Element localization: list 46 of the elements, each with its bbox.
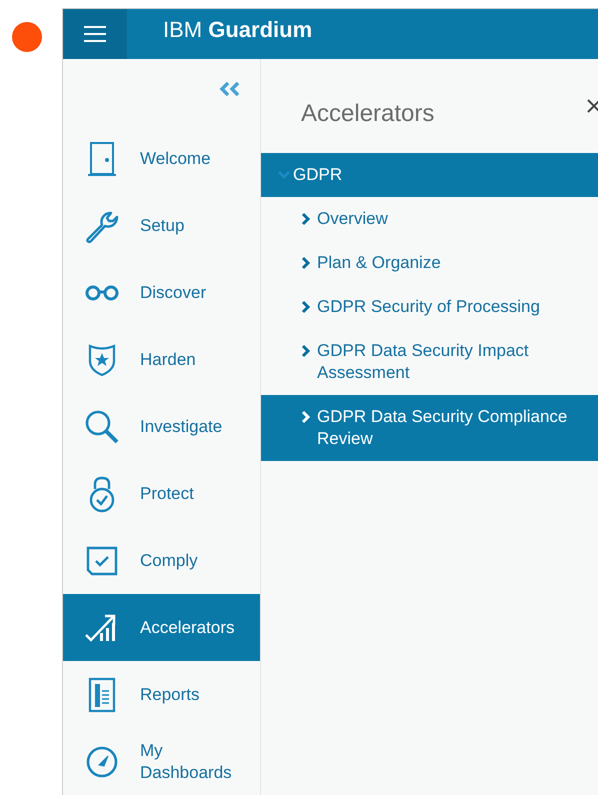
tree-item[interactable]: GDPR Data Security Impact Assessment	[261, 329, 598, 395]
tree-item[interactable]: GDPR Security of Processing	[261, 285, 598, 329]
sidebar-item[interactable]: Welcome	[63, 125, 260, 192]
sidebar-item[interactable]: Discover	[63, 259, 260, 326]
menu-icon	[83, 25, 107, 43]
close-icon	[586, 98, 598, 114]
door-icon	[86, 140, 118, 176]
sidebar-label: Comply	[140, 550, 199, 572]
glasses-icon	[84, 284, 120, 302]
sidebar-item[interactable]: Comply	[63, 527, 260, 594]
sidebar-label: Accelerators	[140, 616, 236, 638]
panel-title: Accelerators	[301, 99, 434, 129]
sidebar-label: Welcome	[140, 148, 212, 170]
menu-button[interactable]	[63, 9, 127, 59]
app-title: IBM Guardium	[163, 16, 312, 44]
sidebar-label: Investigate	[140, 416, 224, 438]
sidebar-item[interactable]: Harden	[63, 326, 260, 393]
chevron-right-icon	[301, 300, 311, 314]
chevron-right-icon	[301, 344, 311, 358]
tree-item[interactable]: Overview	[261, 197, 598, 241]
sidebar-item[interactable]: Investigate	[63, 393, 260, 460]
sidebar-label: Protect	[140, 482, 195, 504]
search-icon	[84, 408, 120, 444]
chevron-right-icon	[301, 410, 311, 424]
sidebar-item[interactable]: Protect	[63, 460, 260, 527]
sidebar-label: Reports	[140, 684, 201, 706]
close-button[interactable]	[586, 98, 598, 114]
sidebar-item[interactable]: Accelerators	[63, 594, 260, 661]
checked-note-icon	[84, 544, 118, 576]
chevron-icon	[277, 170, 291, 180]
gauge-icon	[84, 744, 118, 778]
sidebar-label: Discover	[140, 282, 208, 304]
chevron-right-icon	[301, 256, 311, 270]
sidebar-label: Harden	[140, 348, 197, 370]
tree-item[interactable]: GDPR Data Security Compliance Review	[261, 395, 598, 461]
sidebar-item[interactable]: Reports	[63, 661, 260, 728]
chevron-right-icon	[301, 212, 311, 226]
collapse-button[interactable]	[218, 81, 242, 97]
sidebar-item[interactable]: Setup	[63, 192, 260, 259]
tree-item[interactable]: Plan & Organize	[261, 241, 598, 285]
report-icon	[88, 676, 116, 712]
double-chevron-left-icon	[218, 81, 242, 97]
sidebar-label: Setup	[140, 214, 186, 236]
sidebar-label: My Dashboards	[140, 740, 233, 784]
sidebar-item[interactable]: My Dashboards	[63, 728, 260, 795]
tree-group[interactable]: GDPR	[261, 153, 598, 197]
